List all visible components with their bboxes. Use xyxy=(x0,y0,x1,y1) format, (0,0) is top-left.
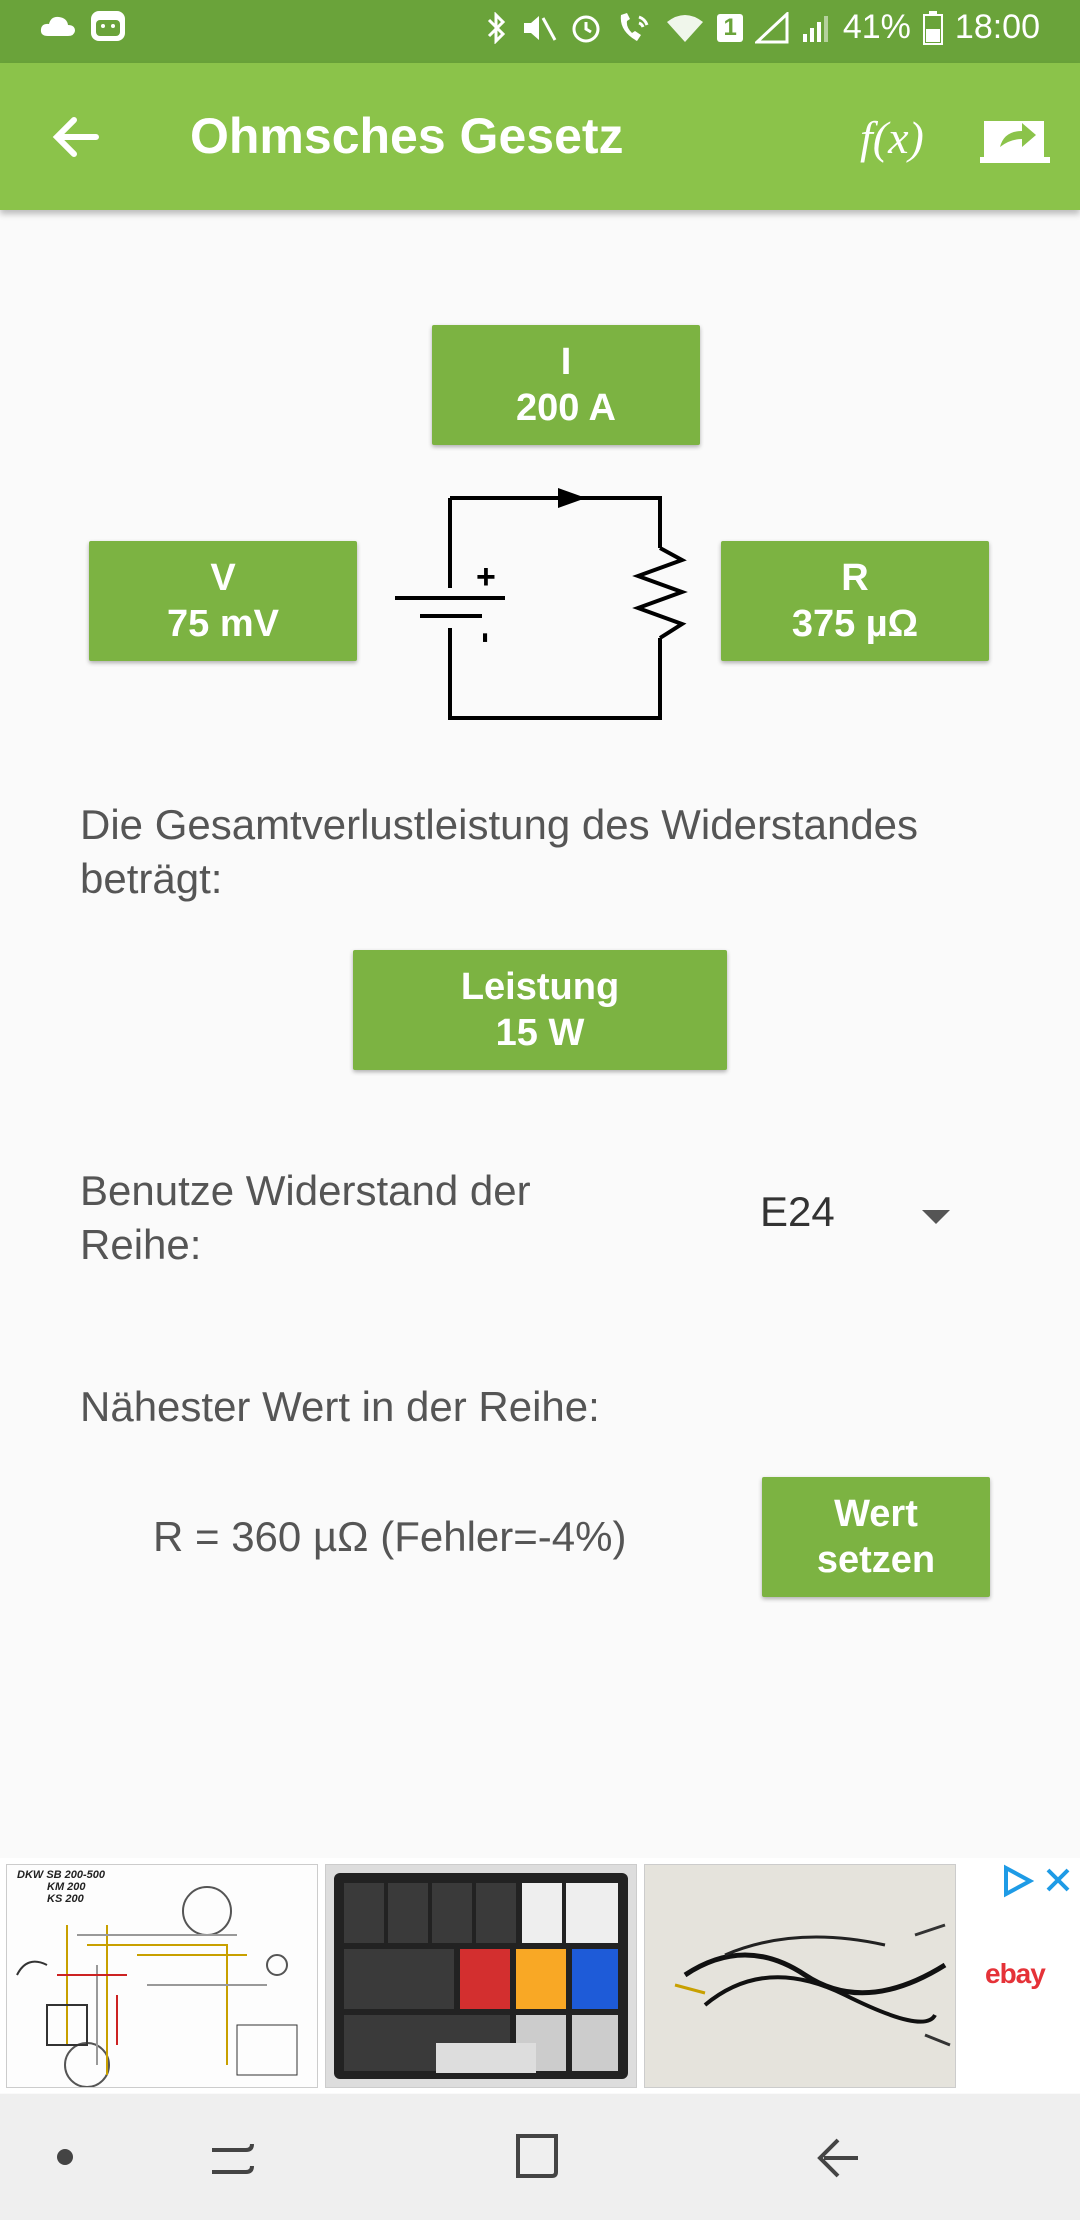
nav-dot-icon[interactable] xyxy=(56,2148,74,2166)
voltage-label: V xyxy=(210,557,236,599)
resistance-button[interactable]: R 375 µΩ xyxy=(721,541,989,661)
circuit-wire xyxy=(448,496,662,720)
current-value: 200 A xyxy=(516,387,616,429)
recent-apps-icon[interactable] xyxy=(208,2136,256,2180)
sim-badge: 1 xyxy=(717,13,743,42)
clock: 18:00 xyxy=(954,8,1040,46)
set-value-line2: setzen xyxy=(816,1539,936,1581)
voltage-button[interactable]: V 75 mV xyxy=(89,541,357,661)
android-icon xyxy=(91,11,125,41)
ad-image-wire-harness[interactable] xyxy=(644,1864,956,2088)
share-icon[interactable] xyxy=(980,107,1050,167)
series-label: Benutze Widerstand der Reihe: xyxy=(80,1167,531,1268)
resistor-zigzag xyxy=(632,546,688,640)
ad-image-wiring-diagram[interactable]: DKW SB 200-500 KM 200 KS 200 xyxy=(6,1864,318,2088)
current-button[interactable]: I 200 A xyxy=(432,325,700,445)
dropdown-arrow-icon xyxy=(922,1210,950,1224)
signal-icon xyxy=(754,11,789,43)
wire-harness-graphic xyxy=(674,1923,951,2047)
voltage-value: 75 mV xyxy=(167,603,279,645)
ad-close-icon[interactable] xyxy=(1044,1866,1072,1894)
home-icon[interactable] xyxy=(514,2132,560,2180)
ad-banner[interactable]: DKW SB 200-500 KM 200 KS 200 ebay xyxy=(0,1858,1080,2093)
battery-icon xyxy=(922,10,943,45)
alarm-icon xyxy=(572,15,600,42)
ad-brand-logo[interactable]: ebay xyxy=(985,1958,1046,1990)
ad-image-connector-box[interactable] xyxy=(325,1864,637,2088)
battery-minus: - xyxy=(468,632,506,643)
series-selected: E24 xyxy=(760,1188,835,1235)
navigation-bar xyxy=(0,2094,1080,2220)
wifi-call-icon xyxy=(621,12,649,41)
series-dropdown[interactable]: E24 xyxy=(760,1188,960,1248)
battery-percent: 41% xyxy=(842,8,911,46)
nearest-value: R = 360 µΩ (Fehler=-4%) xyxy=(153,1513,627,1560)
circuit-diagram: + - xyxy=(395,488,688,720)
mute-icon xyxy=(524,15,557,41)
wifi-icon xyxy=(667,14,704,42)
status-bar: 1 41% 18:00 xyxy=(0,0,1080,63)
current-label: I xyxy=(560,341,572,383)
app-bar: Ohmsches Gesetz f(x) xyxy=(0,63,1080,210)
set-value-line1: Wert xyxy=(834,1493,918,1535)
cloud-icon xyxy=(40,16,75,36)
resistance-label: R xyxy=(841,557,869,599)
power-button[interactable]: Leistung 15 W xyxy=(353,950,727,1070)
page-title: Ohmsches Gesetz xyxy=(190,108,624,164)
connector-box-graphic xyxy=(334,1873,628,2079)
bluetooth-icon xyxy=(488,11,506,44)
resistance-value: 375 µΩ xyxy=(791,603,919,645)
back-arrow-icon[interactable] xyxy=(46,107,106,167)
formula-button[interactable]: f(x) xyxy=(860,111,924,164)
power-label: Leistung xyxy=(460,966,620,1008)
signal-bars-icon xyxy=(802,15,828,42)
wiring-diagram-sketch xyxy=(16,1886,298,2087)
back-icon[interactable] xyxy=(814,2134,862,2180)
current-arrow xyxy=(558,488,586,508)
power-value: 15 W xyxy=(495,1012,585,1054)
battery-plus: + xyxy=(476,558,496,596)
power-description: Die Gesamtverlustleistung des Widerstand… xyxy=(80,801,919,902)
set-value-button[interactable]: Wert setzen xyxy=(762,1477,990,1597)
adchoices-icon[interactable] xyxy=(1000,1864,1034,1898)
nearest-label: Nähester Wert in der Reihe: xyxy=(80,1383,600,1430)
